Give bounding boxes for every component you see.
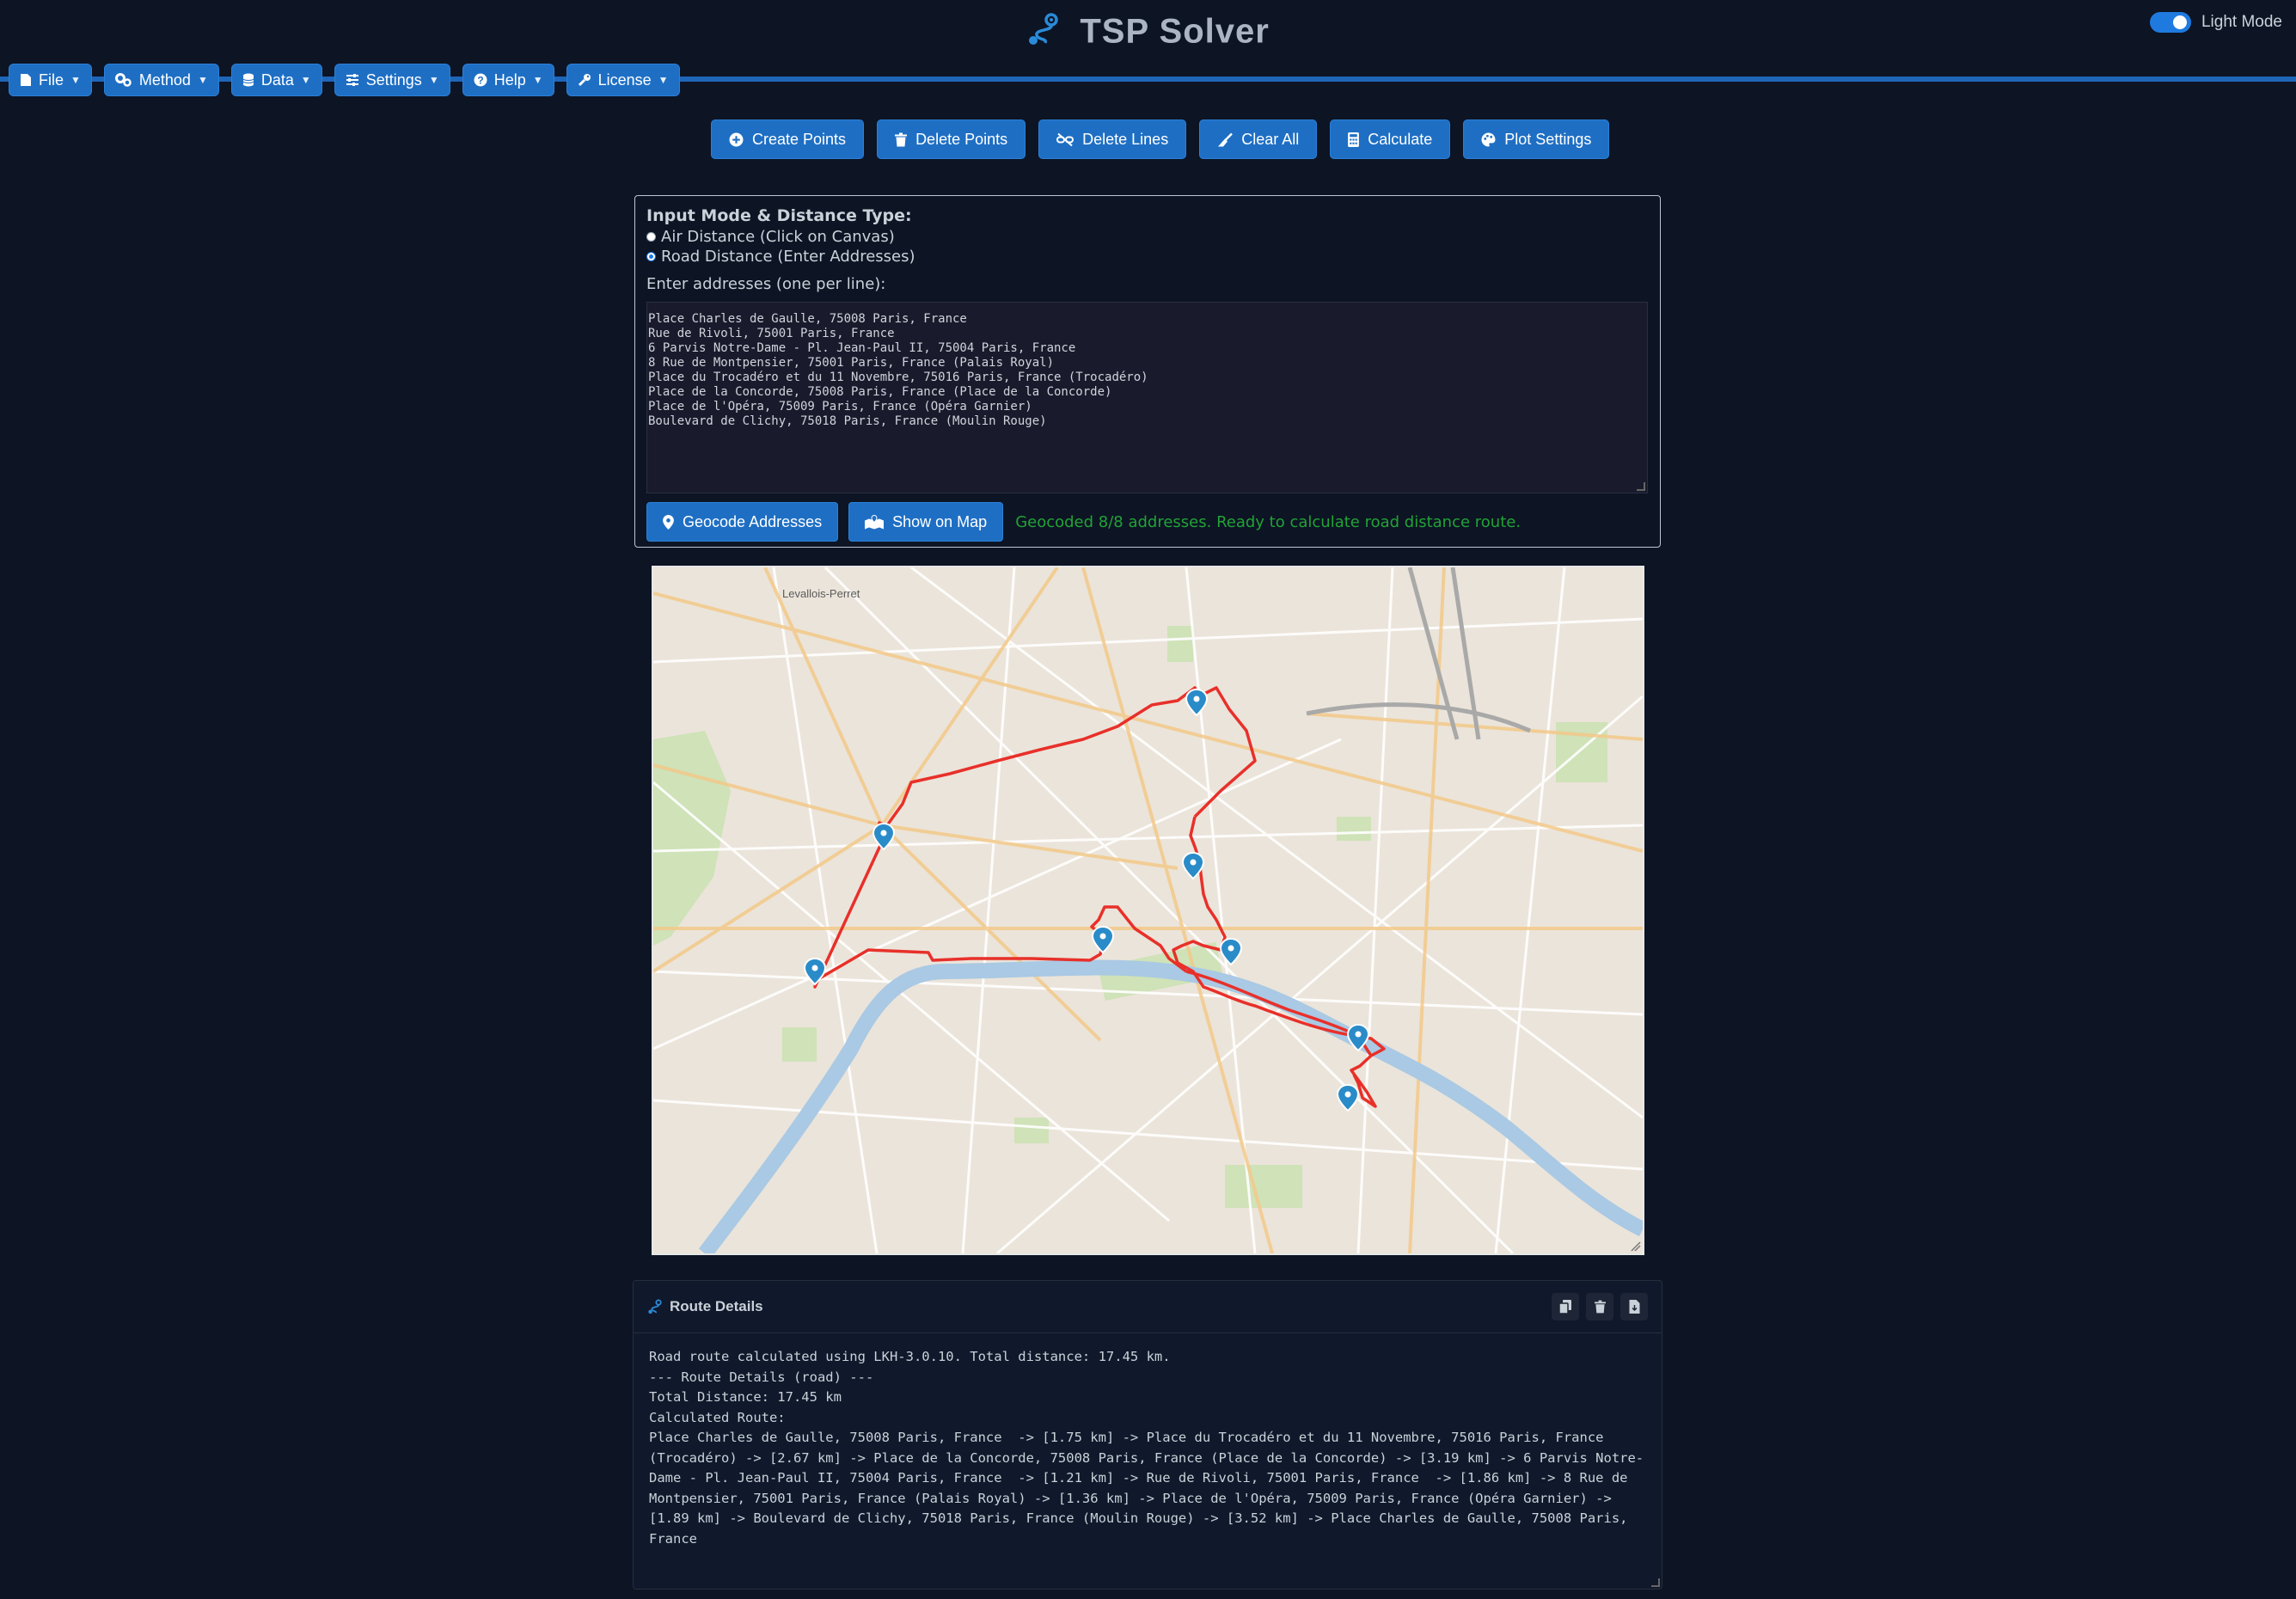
route-details-panel: Route Details Road route calculated usin… [633, 1280, 1662, 1590]
menu-settings-label: Settings [365, 70, 422, 89]
menu-help-label: Help [493, 70, 526, 89]
delete-lines-button[interactable]: Delete Lines [1038, 119, 1187, 159]
copy-route-button[interactable] [1552, 1293, 1579, 1320]
chevron-down-icon: ▼ [70, 74, 81, 86]
route-output-line: Calculated Route: [649, 1409, 786, 1425]
address-line: Place du Trocadéro et du 11 Novembre, 75… [648, 371, 1148, 384]
show-on-map-label: Show on Map [892, 512, 988, 530]
menu-data[interactable]: Data ▼ [230, 64, 322, 96]
theme-switch[interactable] [2149, 12, 2191, 33]
address-line: Rue de Rivoli, 75001 Paris, France [648, 327, 895, 340]
route-details-title: Route Details [670, 1298, 763, 1314]
air-distance-label: Air Distance (Click on Canvas) [661, 228, 895, 246]
address-line: Place Charles de Gaulle, 75008 Paris, Fr… [648, 312, 967, 326]
export-route-button[interactable] [1620, 1293, 1648, 1320]
theme-toggle[interactable]: Light Mode [2149, 12, 2282, 33]
menu-settings[interactable]: Settings ▼ [334, 64, 450, 96]
road-distance-label: Road Distance (Enter Addresses) [661, 248, 915, 266]
route-details-header: Route Details [634, 1281, 1662, 1333]
menu-help[interactable]: ? Help ▼ [462, 64, 554, 96]
plot-settings-label: Plot Settings [1504, 130, 1592, 148]
route-details-output[interactable]: Road route calculated using LKH-3.0.10. … [634, 1333, 1662, 1563]
route-output-line: Road route calculated using LKH-3.0.10. … [649, 1349, 1171, 1364]
route-icon [648, 1299, 662, 1314]
clear-all-button[interactable]: Clear All [1199, 119, 1318, 159]
address-line: 8 Rue de Montpensier, 75001 Paris, Franc… [648, 356, 1055, 370]
address-line: Place de la Concorde, 75008 Paris, Franc… [648, 385, 1112, 399]
address-line: 6 Parvis Notre-Dame - Pl. Jean-Paul II, … [648, 341, 1076, 355]
geocode-actions: Geocode Addresses Show on Map Geocoded 8… [646, 502, 1649, 542]
delete-lines-label: Delete Lines [1082, 130, 1169, 148]
app-title: TSP Solver [0, 12, 2296, 55]
road-distance-option[interactable]: Road Distance (Enter Addresses) [646, 247, 1649, 266]
key-icon [578, 74, 591, 87]
chevron-down-icon: ▼ [300, 74, 311, 86]
map-pin-icon [663, 514, 674, 530]
chevron-down-icon: ▼ [428, 74, 439, 86]
trash-icon [895, 132, 908, 146]
input-mode-heading: Input Mode & Distance Type: [646, 206, 912, 225]
show-on-map-button[interactable]: Show on Map [848, 502, 1004, 542]
route-output-line: Place Charles de Gaulle, 75008 Paris, Fr… [649, 1430, 1644, 1547]
address-line: Place de l'Opéra, 75009 Paris, France (O… [648, 400, 1032, 414]
geocode-addresses-button[interactable]: Geocode Addresses [646, 502, 839, 542]
plot-settings-button[interactable]: Plot Settings [1463, 119, 1610, 159]
textarea-resize-handle[interactable] [1637, 482, 1645, 491]
calculate-button[interactable]: Calculate [1330, 119, 1451, 159]
question-icon: ? [474, 73, 487, 87]
geocode-status: Geocoded 8/8 addresses. Ready to calcula… [1015, 512, 1521, 531]
chevron-down-icon: ▼ [658, 74, 669, 86]
app-title-text: TSP Solver [1080, 12, 1270, 51]
trash-icon [1594, 1300, 1606, 1314]
input-panel: Input Mode & Distance Type: Air Distance… [634, 195, 1661, 548]
route-output-line: --- Route Details (road) --- [649, 1369, 874, 1385]
air-distance-option[interactable]: Air Distance (Click on Canvas) [646, 227, 1649, 247]
broom-icon [1218, 132, 1234, 146]
road-distance-radio[interactable] [646, 252, 656, 261]
database-icon [242, 73, 254, 87]
create-points-button[interactable]: Create Points [711, 119, 865, 159]
menu-method[interactable]: Method ▼ [103, 64, 219, 96]
map-background [653, 567, 1643, 1253]
unlink-icon [1056, 132, 1075, 146]
route-output-line: Total Distance: 17.45 km [649, 1389, 842, 1405]
palette-icon [1481, 132, 1496, 146]
map-location-icon [865, 514, 885, 529]
sliders-icon [346, 74, 358, 86]
menu-file[interactable]: File ▼ [9, 64, 92, 96]
toolbar: Create Points Delete Points Delete Lines… [711, 119, 1610, 159]
air-distance-radio[interactable] [646, 232, 656, 242]
menubar: File ▼ Method ▼ Data ▼ Settings ▼ ? Help ▼ Li… [9, 64, 680, 96]
map-label-levallois: Levallois-Perret [782, 587, 860, 600]
gears-icon [114, 73, 132, 87]
clear-route-button[interactable] [1586, 1293, 1613, 1320]
delete-points-button[interactable]: Delete Points [877, 119, 1026, 159]
route-logo-icon [1026, 12, 1061, 55]
clear-all-label: Clear All [1241, 130, 1300, 148]
file-export-icon [1629, 1300, 1639, 1314]
theme-toggle-label: Light Mode [2201, 13, 2282, 31]
menu-file-label: File [39, 70, 64, 89]
address-line: Boulevard de Clichy, 75018 Paris, France… [648, 414, 1047, 428]
route-map[interactable]: Levallois-Perret [652, 566, 1644, 1255]
copy-icon [1559, 1300, 1571, 1314]
calculate-label: Calculate [1368, 130, 1433, 148]
calculator-icon [1348, 132, 1360, 147]
addresses-textarea[interactable]: Place Charles de Gaulle, 75008 Paris, Fr… [646, 302, 1648, 493]
svg-text:?: ? [477, 75, 483, 87]
menu-license-label: License [597, 70, 652, 89]
plus-circle-icon [729, 132, 744, 146]
chevron-down-icon: ▼ [197, 74, 208, 86]
file-icon [21, 74, 31, 86]
route-details-tools [1552, 1293, 1648, 1320]
chevron-down-icon: ▼ [532, 74, 543, 86]
menu-license[interactable]: License ▼ [566, 64, 680, 96]
menu-method-label: Method [138, 70, 191, 89]
menu-data-label: Data [260, 70, 294, 89]
delete-points-label: Delete Points [915, 130, 1008, 148]
create-points-label: Create Points [752, 130, 847, 148]
route-panel-resize-handle[interactable] [1651, 1578, 1660, 1587]
addresses-label: Enter addresses (one per line): [646, 275, 886, 293]
geocode-addresses-label: Geocode Addresses [683, 512, 823, 530]
